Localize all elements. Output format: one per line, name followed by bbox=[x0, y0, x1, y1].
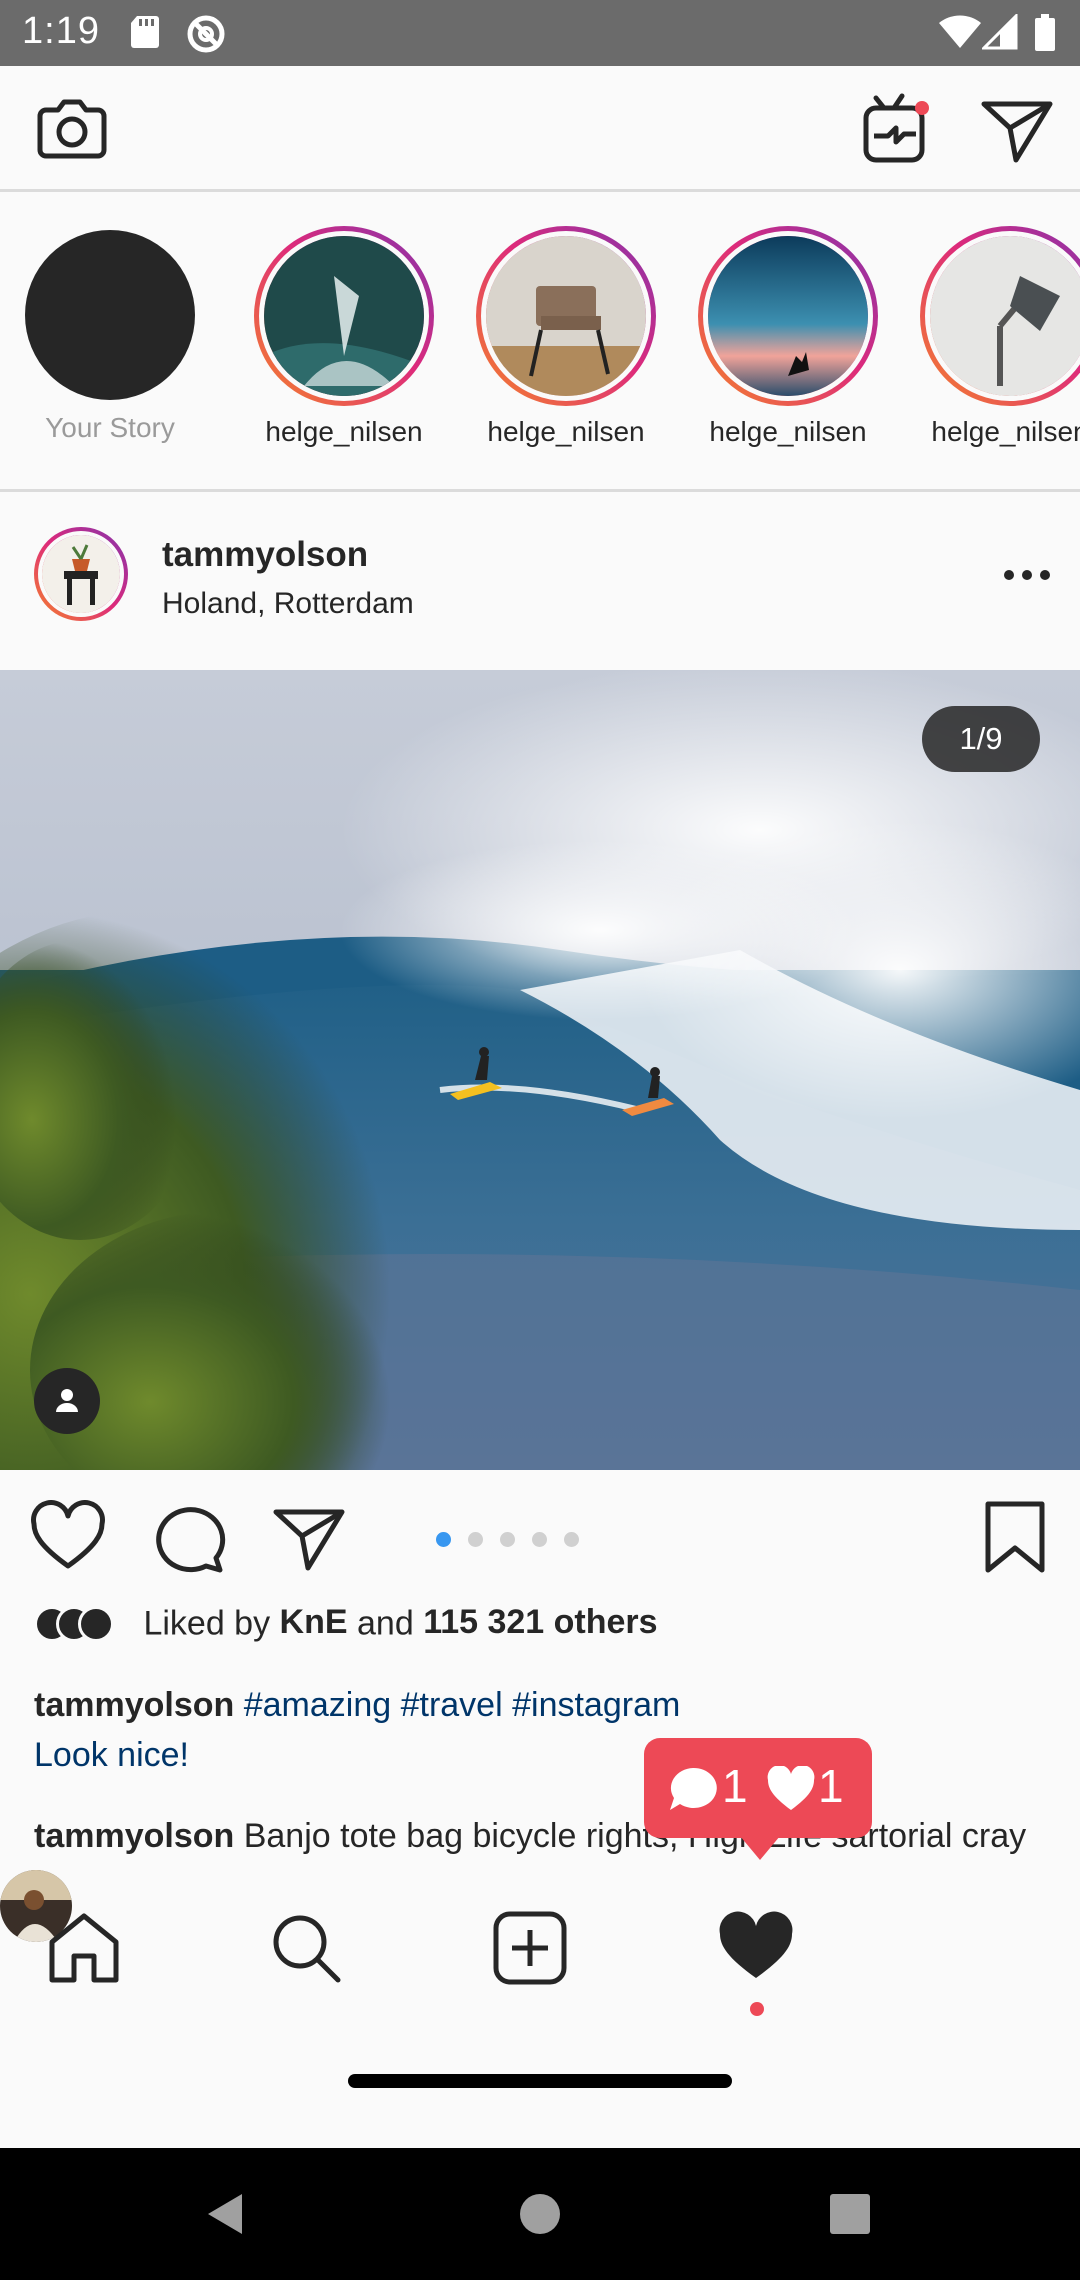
liker-avatars bbox=[34, 1604, 118, 1644]
post-location[interactable]: Holand, Rotterdam bbox=[162, 587, 414, 621]
like-heart-icon[interactable] bbox=[30, 1500, 106, 1576]
carousel-dot bbox=[436, 1532, 451, 1547]
comment-bubble-icon bbox=[670, 1767, 717, 1810]
battery-icon bbox=[1035, 14, 1055, 51]
stories-tray: Your Story helge_nilsen helge_nilsen hel… bbox=[0, 192, 1080, 492]
caption-text: Look nice! bbox=[34, 1736, 189, 1774]
cellular-icon bbox=[982, 14, 1018, 50]
bottom-navigation bbox=[0, 1870, 1080, 2038]
story-item[interactable]: helge_nilsen bbox=[688, 226, 888, 448]
system-navigation-bar bbox=[0, 2148, 1080, 2280]
toast-like-count: 1 bbox=[818, 1760, 844, 1812]
story-item[interactable]: helge_nilsen bbox=[244, 226, 444, 448]
story-item[interactable]: helge_nilsen bbox=[910, 226, 1080, 448]
hashtag-link[interactable]: #instagram bbox=[512, 1686, 680, 1724]
wifi-icon bbox=[939, 15, 981, 48]
image-counter-badge: 1/9 bbox=[922, 706, 1040, 772]
story-item[interactable]: helge_nilsen bbox=[466, 226, 666, 448]
post-comment: tammyolson Banjo tote bag bicycle rights… bbox=[34, 1810, 1054, 1876]
toast-comment-count: 1 bbox=[722, 1760, 748, 1812]
status-bar: 1:19 bbox=[0, 0, 1080, 66]
story-label: helge_nilsen bbox=[265, 416, 423, 447]
home-button-icon[interactable] bbox=[516, 2190, 564, 2238]
bookmark-icon[interactable] bbox=[978, 1500, 1054, 1576]
direct-message-icon[interactable] bbox=[978, 90, 1058, 170]
story-label: helge_nilsen bbox=[709, 416, 867, 447]
likes-others-count[interactable]: 115 321 others bbox=[423, 1603, 657, 1641]
heart-icon bbox=[767, 1766, 815, 1810]
likes-summary[interactable]: Liked by KnE and 115 321 others bbox=[34, 1603, 658, 1647]
likes-prefix: Liked by bbox=[143, 1604, 271, 1643]
activity-heart-icon[interactable] bbox=[718, 1910, 794, 1986]
surf-photo bbox=[0, 670, 1080, 1470]
own-story-avatar[interactable] bbox=[25, 230, 195, 400]
app-header bbox=[0, 66, 1080, 192]
post-author-avatar[interactable] bbox=[34, 527, 128, 621]
no-sync-icon bbox=[187, 15, 225, 53]
story-avatar[interactable] bbox=[703, 231, 873, 401]
post-header: tammyolson Holand, Rotterdam bbox=[0, 495, 1080, 670]
likes-middle: and bbox=[357, 1604, 414, 1643]
recent-apps-icon[interactable] bbox=[826, 2190, 874, 2238]
hashtag-link[interactable]: #amazing bbox=[244, 1686, 391, 1724]
share-icon[interactable] bbox=[272, 1500, 348, 1576]
gesture-bar-area bbox=[0, 2038, 1080, 2148]
sd-card-icon bbox=[131, 16, 159, 48]
post-caption: tammyolson #amazing #travel #instagram L… bbox=[34, 1680, 1054, 1780]
post-actions bbox=[0, 1470, 1080, 1600]
story-own[interactable]: Your Story bbox=[10, 226, 210, 444]
person-icon bbox=[56, 1389, 78, 1412]
back-icon[interactable] bbox=[202, 2190, 250, 2238]
likes-first-user[interactable]: KnE bbox=[280, 1603, 348, 1641]
more-options-icon[interactable] bbox=[1000, 563, 1054, 587]
tagged-people-button[interactable] bbox=[34, 1368, 100, 1434]
carousel-indicator bbox=[436, 1532, 596, 1548]
story-avatar[interactable] bbox=[481, 231, 651, 401]
home-indicator[interactable] bbox=[348, 2074, 732, 2088]
camera-icon[interactable] bbox=[32, 90, 112, 170]
carousel-dot bbox=[468, 1532, 483, 1547]
story-label: helge_nilsen bbox=[487, 416, 645, 447]
carousel-dot bbox=[532, 1532, 547, 1547]
igtv-icon[interactable] bbox=[856, 90, 936, 170]
story-avatar[interactable] bbox=[259, 231, 429, 401]
activity-notification-toast[interactable]: 1 1 bbox=[644, 1738, 872, 1860]
status-time: 1:19 bbox=[22, 10, 100, 52]
hashtag-link[interactable]: #travel bbox=[401, 1686, 503, 1724]
comment-username[interactable]: tammyolson bbox=[34, 1817, 234, 1855]
search-icon[interactable] bbox=[268, 1910, 344, 1986]
caption-username[interactable]: tammyolson bbox=[34, 1686, 234, 1724]
post-author-username[interactable]: tammyolson bbox=[162, 535, 368, 575]
new-post-icon[interactable] bbox=[492, 1910, 568, 1986]
carousel-dot bbox=[564, 1532, 579, 1547]
story-avatar[interactable] bbox=[925, 231, 1080, 401]
carousel-dot bbox=[500, 1532, 515, 1547]
story-label: Your Story bbox=[45, 412, 175, 443]
notification-dot bbox=[750, 2002, 764, 2016]
post-image[interactable]: 1/9 bbox=[0, 670, 1080, 1470]
home-icon[interactable] bbox=[46, 1910, 122, 1986]
comment-icon[interactable] bbox=[150, 1500, 226, 1576]
story-label: helge_nilsen bbox=[931, 416, 1080, 447]
